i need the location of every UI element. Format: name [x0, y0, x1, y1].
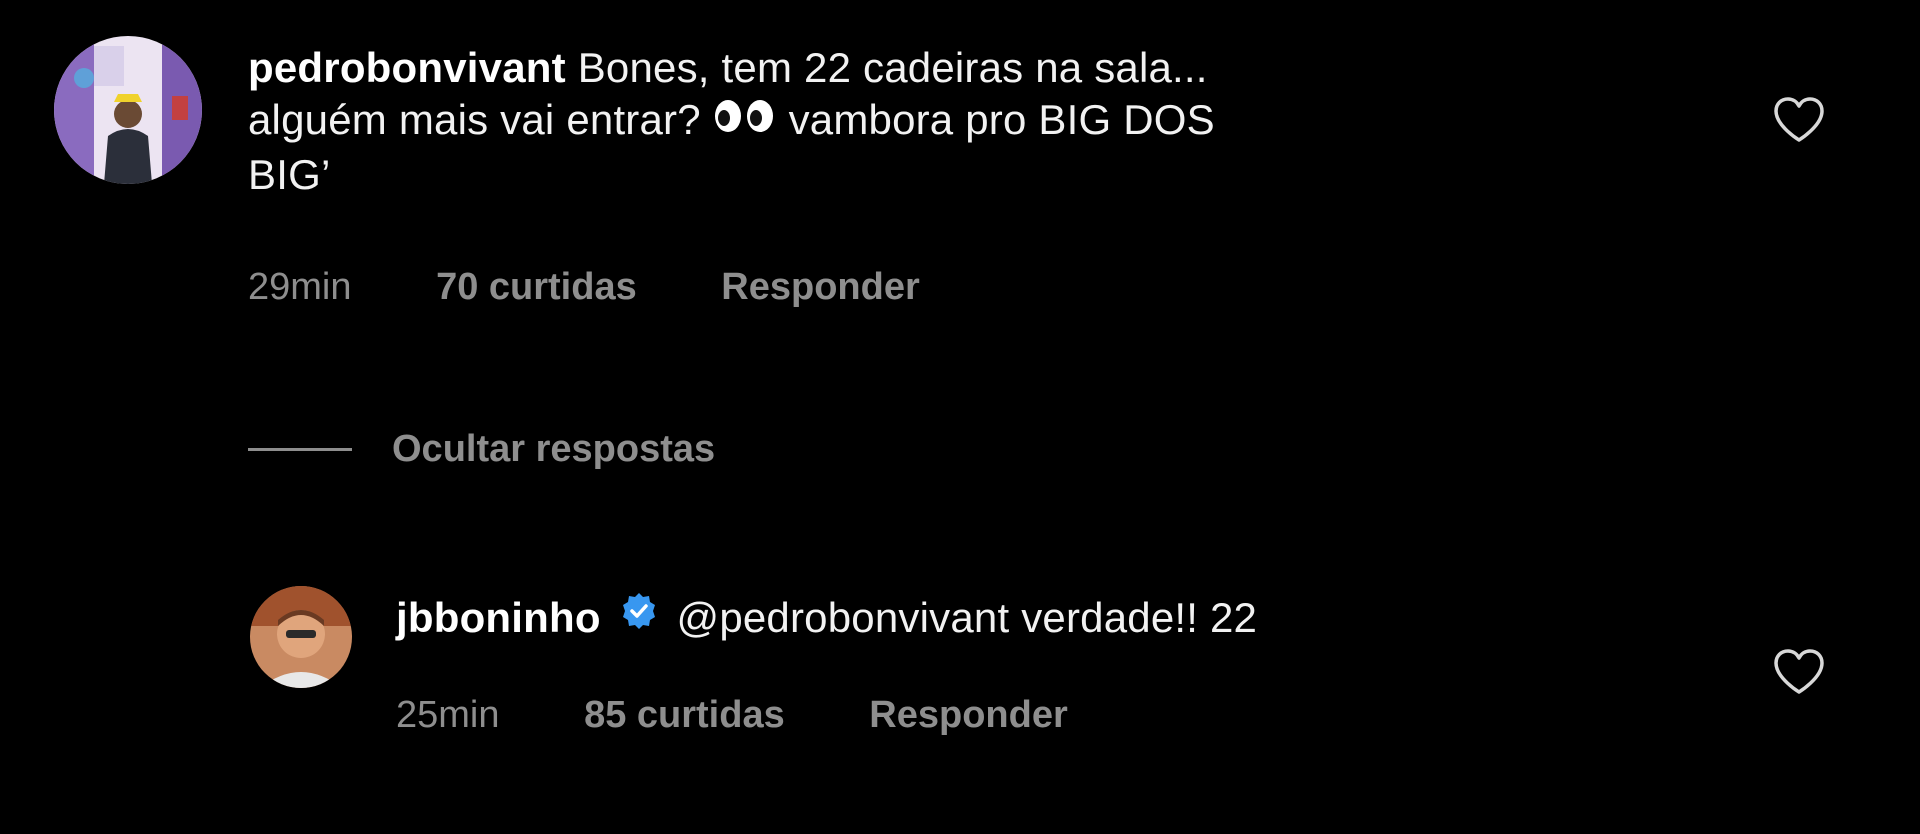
comment-meta: 29min 70 curtidas Responder: [248, 266, 920, 309]
comment-text-line2-pre: alguém mais vai entrar?: [248, 96, 701, 143]
reply-body: @pedrobonvivant verdade!! 22: [676, 594, 1258, 641]
hide-replies-row[interactable]: Ocultar respostas: [248, 428, 715, 471]
like-heart-icon[interactable]: [1772, 648, 1826, 701]
comment-likes[interactable]: 70 curtidas: [436, 266, 637, 309]
reply-meta: 25min 85 curtidas Responder: [396, 694, 1068, 737]
reply-username[interactable]: jbboninho: [396, 594, 601, 641]
reply-likes[interactable]: 85 curtidas: [584, 694, 785, 737]
comment-text-line3: BIG’: [248, 150, 331, 198]
comment-text: pedrobonvivant Bones, tem 22 cadeiras na…: [248, 42, 1608, 201]
comment-time: 29min: [248, 266, 352, 308]
comment-text-line2-post: vambora pro BIG DOS: [788, 96, 1215, 143]
reply-text: jbboninho @pedrobonvivant verdade!! 22: [396, 592, 1616, 647]
eyes-emoji-icon: [713, 93, 777, 145]
hide-replies-button[interactable]: Ocultar respostas: [392, 428, 715, 471]
avatar[interactable]: [250, 586, 352, 688]
comment-text-line1: Bones, tem 22 cadeiras na sala...: [577, 44, 1208, 91]
comment-username[interactable]: pedrobonvivant: [248, 44, 566, 91]
avatar[interactable]: [54, 36, 202, 184]
reply-reply-button[interactable]: Responder: [869, 694, 1067, 737]
verified-badge-icon: [619, 591, 659, 643]
reply-time: 25min: [396, 694, 500, 736]
like-heart-icon[interactable]: [1772, 96, 1826, 149]
comment-reply-button[interactable]: Responder: [721, 266, 919, 309]
divider-line: [248, 448, 352, 451]
